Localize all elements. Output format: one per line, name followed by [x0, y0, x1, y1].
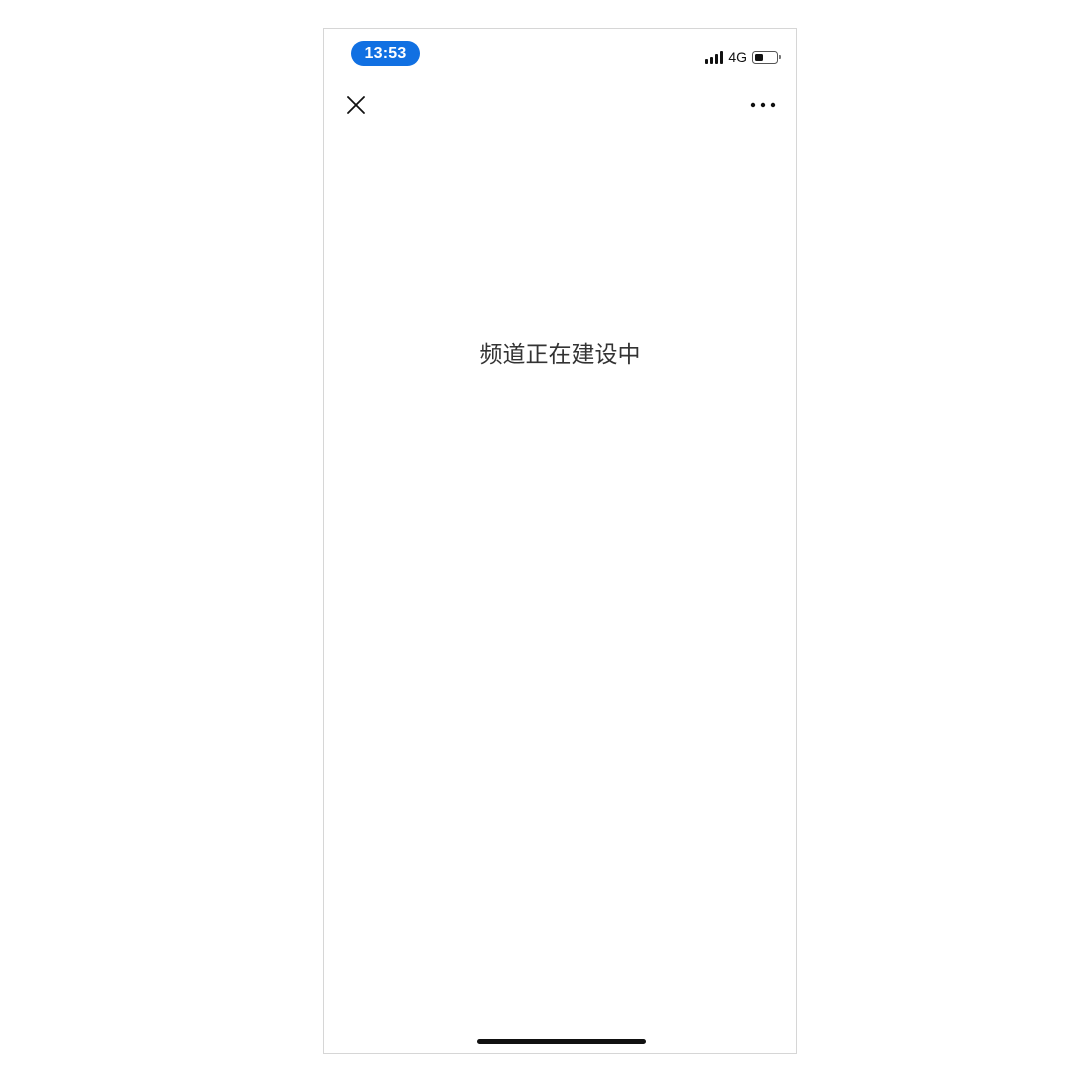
under-construction-message: 频道正在建设中 — [479, 342, 641, 368]
battery-fill — [755, 53, 763, 61]
status-time[interactable]: 13:53 — [351, 41, 420, 66]
nav-bar — [324, 85, 796, 125]
network-type: 4G — [728, 49, 747, 65]
more-icon — [750, 102, 776, 108]
signal-icon — [705, 50, 724, 64]
battery-icon — [752, 50, 781, 64]
home-indicator[interactable] — [477, 1039, 646, 1044]
more-button[interactable] — [746, 91, 780, 119]
signal-bar — [710, 56, 714, 64]
status-indicators: 4G — [705, 49, 781, 65]
status-bar: 13:53 4G — [324, 29, 796, 85]
battery-cap — [779, 55, 781, 59]
signal-bar — [720, 50, 724, 64]
close-button[interactable] — [342, 91, 370, 119]
close-icon — [347, 96, 365, 114]
phone-screen: 13:53 4G 频道正在建设中 — [323, 28, 797, 1054]
signal-bar — [705, 58, 709, 64]
signal-bar — [715, 53, 719, 64]
